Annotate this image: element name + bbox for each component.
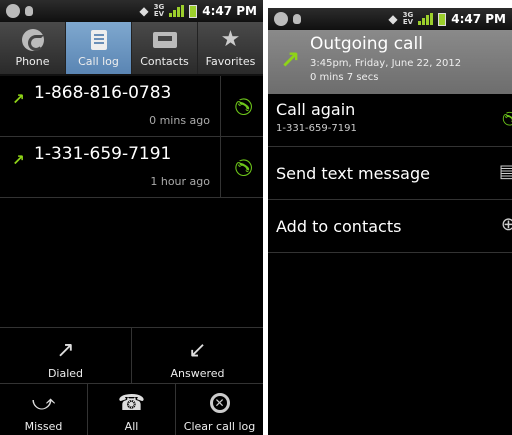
tab-label: Contacts: [140, 55, 189, 68]
call-type-title: Outgoing call: [310, 34, 423, 54]
call-details-screen: ◆ 3G EV 4:47 PM ↗ Outgoing call 3:45pm, F…: [268, 8, 512, 435]
filter-label: All: [124, 420, 139, 433]
tab-label: Phone: [15, 55, 50, 68]
outgoing-call-icon: ↗: [12, 90, 25, 108]
call-log-entry[interactable]: ↗ 1-868-816-0783 0 mins ago ✆: [0, 76, 263, 137]
tab-bar: Phone Call log Contacts ★ Favorites: [0, 22, 263, 76]
filter-answered-button[interactable]: ↙ Answered: [132, 328, 263, 383]
call-number: 1-868-816-0783: [34, 83, 172, 103]
clear-icon: ✕: [209, 393, 230, 413]
filter-all-button[interactable]: ☎ All: [88, 384, 176, 435]
tab-label: Call log: [78, 55, 119, 68]
call-button[interactable]: ✆: [220, 137, 263, 197]
add-to-contacts-item[interactable]: Add to contacts ⊕: [268, 200, 512, 253]
call-again-number: 1-331-659-7191: [276, 123, 357, 134]
network-type-icon: 3G EV: [402, 11, 414, 26]
all-calls-icon: ☎: [117, 390, 146, 416]
dialed-icon: ↗: [56, 337, 75, 363]
outgoing-call-icon: ↗: [12, 151, 25, 169]
clear-call-log-button[interactable]: ✕ Clear call log: [176, 384, 263, 435]
filter-dialed-button[interactable]: ↗ Dialed: [0, 328, 132, 383]
filter-label: Answered: [170, 367, 225, 380]
filter-label: Dialed: [47, 367, 84, 380]
call-number: 1-331-659-7191: [34, 144, 172, 164]
call-log-entry[interactable]: ↗ 1-331-659-7191 1 hour ago ✆: [0, 137, 263, 198]
status-time: 4:47 PM: [202, 4, 257, 18]
filter-label: Missed: [24, 420, 63, 433]
contacts-icon: [152, 32, 177, 48]
tab-label: Favorites: [205, 55, 256, 68]
message-icon: ▤: [498, 161, 512, 182]
status-bar: ◆ 3G EV 4:47 PM: [0, 0, 263, 22]
call-time: 1 hour ago: [150, 175, 210, 188]
battery-icon: [189, 4, 198, 18]
filter-label: Clear call log: [183, 420, 256, 433]
call-log-screen: ◆ 3G EV 4:47 PM Phone Call log Contacts ★…: [0, 0, 263, 435]
outgoing-call-icon: ↗: [280, 46, 301, 74]
usb-debug-icon: [293, 14, 301, 24]
handset-icon: ✆: [228, 155, 256, 179]
send-text-item[interactable]: Send text message ▤: [268, 147, 512, 200]
handset-icon: ✆: [228, 94, 256, 118]
call-detail-header: ↗ Outgoing call 3:45pm, Friday, June 22,…: [268, 30, 512, 94]
option-label: Add to contacts: [276, 217, 402, 236]
call-datetime: 3:45pm, Friday, June 22, 2012: [310, 58, 462, 69]
call-button[interactable]: ✆: [220, 76, 263, 136]
tab-contacts[interactable]: Contacts: [132, 22, 198, 74]
missed-icon: ⤻: [31, 390, 56, 416]
option-label: Call again: [276, 100, 356, 119]
filter-missed-button[interactable]: ⤻ Missed: [0, 384, 88, 435]
add-icon: ⊕: [500, 214, 512, 235]
tab-call-log[interactable]: Call log: [66, 22, 132, 74]
signal-icon: [418, 13, 434, 25]
star-icon: ★: [220, 27, 241, 52]
option-label: Send text message: [276, 164, 430, 183]
call-again-item[interactable]: Call again 1-331-659-7191 ✆: [268, 94, 512, 147]
notification-icon: [6, 4, 20, 18]
tab-phone[interactable]: Phone: [0, 22, 66, 74]
gps-icon: ◆: [388, 12, 398, 26]
gps-icon: ◆: [139, 4, 149, 18]
call-filter-menu: ↗ Dialed ↙ Answered ⤻ Missed ☎ All ✕ Cle…: [0, 327, 263, 435]
status-bar: ◆ 3G EV 4:47 PM: [268, 8, 512, 30]
phone-icon: [21, 29, 44, 51]
tab-favorites[interactable]: ★ Favorites: [198, 22, 263, 74]
handset-icon: ✆: [496, 109, 512, 128]
call-time: 0 mins ago: [149, 114, 210, 127]
battery-icon: [438, 12, 447, 26]
usb-debug-icon: [25, 6, 33, 16]
notification-icon: [274, 12, 288, 26]
network-type-icon: 3G EV: [153, 3, 165, 18]
signal-icon: [169, 5, 185, 17]
call-log-icon: [90, 30, 107, 50]
answered-icon: ↙: [188, 337, 207, 363]
status-time: 4:47 PM: [451, 12, 506, 26]
call-duration: 0 mins 7 secs: [310, 72, 379, 83]
